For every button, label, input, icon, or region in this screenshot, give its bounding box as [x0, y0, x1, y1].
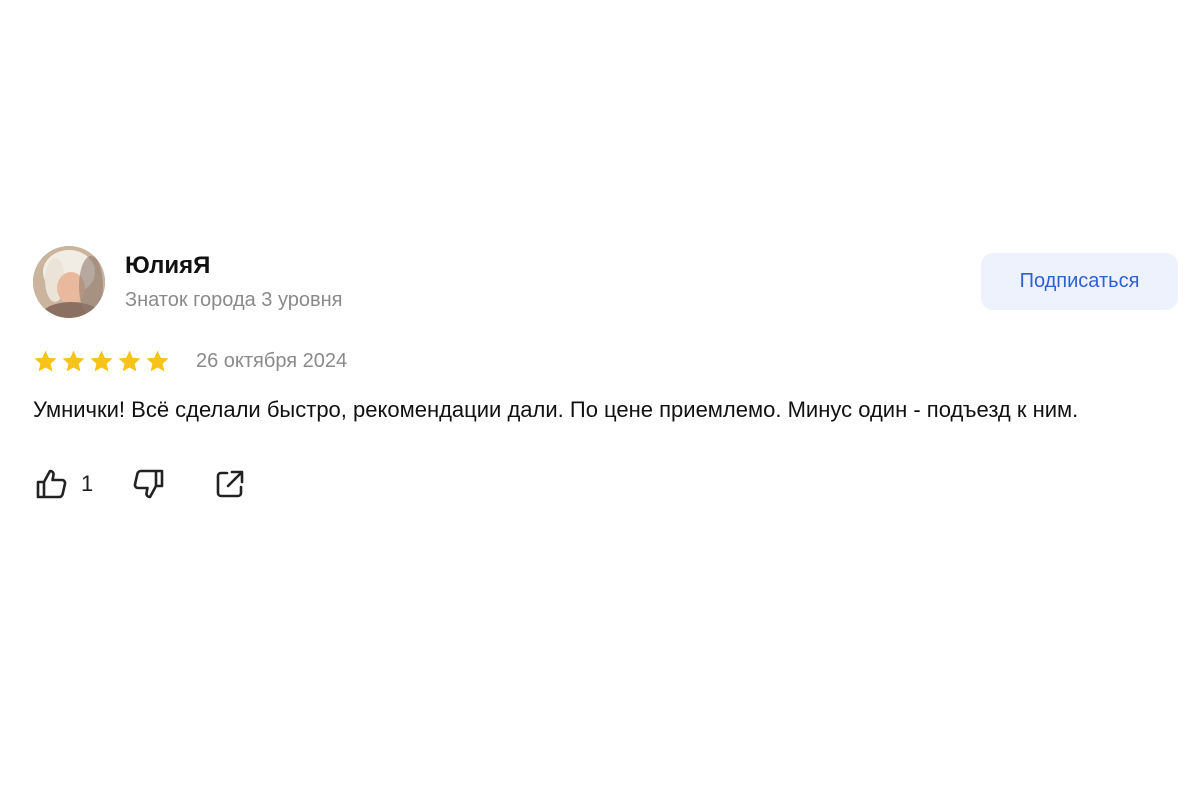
review-header: ЮлияЯ Знаток города 3 уровня Подписаться — [33, 244, 1178, 320]
review-text: Умнички! Всё сделали быстро, рекомендаци… — [33, 397, 1079, 422]
like-count: 1 — [81, 471, 94, 496]
dislike-button[interactable] — [131, 466, 167, 502]
review-card: ЮлияЯ Знаток города 3 уровня Подписаться… — [33, 244, 1178, 504]
thumb-down-icon — [133, 469, 164, 499]
thumb-up-icon — [36, 469, 67, 499]
author-level: Знаток города 3 уровня — [125, 289, 343, 311]
review-actions: 1 — [33, 464, 1178, 504]
star-icon — [146, 350, 169, 371]
star-icon — [62, 350, 85, 371]
author-name[interactable]: ЮлияЯ — [125, 252, 210, 280]
rating-stars — [33, 349, 170, 374]
share-button[interactable] — [213, 467, 247, 501]
review-date: 26 октября 2024 — [196, 349, 348, 372]
share-icon — [216, 470, 244, 498]
subscribe-button[interactable]: Подписаться — [981, 253, 1178, 310]
like-button[interactable]: 1 — [33, 466, 93, 502]
star-icon — [34, 350, 57, 371]
avatar[interactable] — [33, 246, 105, 318]
star-icon — [90, 350, 113, 371]
avatar-photo — [33, 246, 105, 318]
star-icon — [118, 350, 141, 371]
review-meta: 26 октября 2024 — [33, 346, 1178, 376]
